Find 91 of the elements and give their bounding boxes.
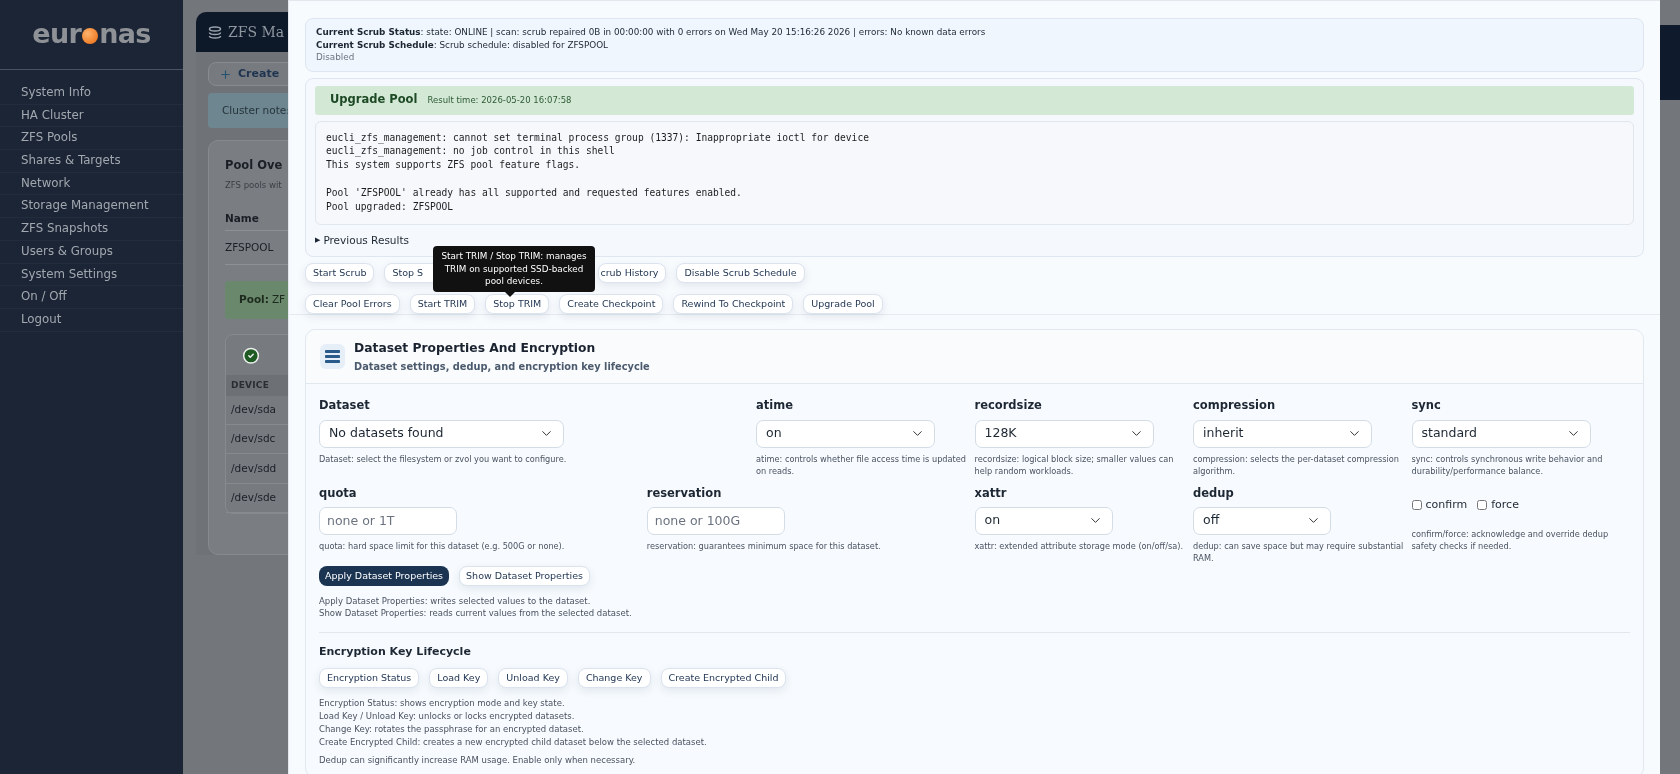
status-line: Current Scrub Status: state: ONLINE | scan: scrub repaired 0B in 00:00:00 with 0 errors on Wed May 20 15:16:26 2026 | errors: No known data errors [316,26,987,39]
field-label: Dataset [319,397,371,415]
help-text: sync: controls synchronous write behavior and durability/performance balance. [1411,452,1604,477]
help-text: quota: hard space limit for this dataset (e.g. 500G or none). [319,539,566,552]
action-button[interactable]: Load Key [429,668,489,689]
output-line: Pool upgraded: ZFSPOOL [326,200,455,214]
nav-item[interactable]: System Info [0,82,183,105]
status-line: Current Scrub Schedule: Scrub schedule: disabled for ZFSPOOL [316,38,609,51]
nav-item[interactable]: Shares & Targets [0,150,183,173]
output-line: eucli_zfs_management: cannot set terminal process group (1337): Inappropriate ioctl for device [326,130,870,145]
help-text: reservation: guarantees minimum space for this dataset. [646,539,882,552]
check-icon [242,347,260,365]
field-label: reservation [646,484,723,502]
action-button[interactable]: Show Dataset Properties [459,565,590,586]
action-button[interactable]: Create Checkpoint [559,294,664,315]
action-button[interactable]: Encryption Status [319,668,420,689]
action-button[interactable]: Start Scrub [305,263,375,284]
action-button[interactable]: Stop TRIM [485,294,550,315]
cluster-note: Cluster note: [208,93,288,128]
select-field[interactable]: on [756,419,935,448]
action-button[interactable]: Upgrade Pool [803,294,883,315]
nav-item[interactable]: Users & Groups [0,240,183,264]
action-button[interactable]: Rewind To Checkpoint [673,294,794,315]
result-time: Result time: 2026-05-20 16:07:58 [427,93,572,107]
checkbox-label: confirm [1425,496,1468,513]
section-subtitle: Dataset settings, dedup, and encryption key lifecycle [354,359,650,374]
action-button[interactable]: Start TRIM [409,294,476,315]
nav-item[interactable]: Storage Management [0,195,183,219]
plus-icon [219,67,232,81]
help-text: Change Key: rotates the passphrase for an encrypted dataset. [319,722,585,736]
help-text: Load Key / Unload Key: unlocks or locks encrypted datasets. [319,710,576,723]
action-button[interactable]: Apply Dataset Properties [319,565,450,586]
select-field[interactable]: standard [1411,419,1591,448]
nav-item[interactable]: ZFS Pools [0,127,183,151]
select-field[interactable]: 128K [974,419,1154,448]
field-label: atime [756,397,794,415]
output-line: Pool 'ZFSPOOL' already has all supported and requested features enabled. [326,186,743,200]
action-button[interactable]: crub History [598,263,667,284]
nav-item[interactable]: System Settings [0,263,183,287]
card-title: Pool Ove [225,157,284,174]
help-text: dedup: can save space but may require substantial RAM. [1193,539,1405,564]
pool-banner: Pool: ZF [225,281,288,319]
help-text: compression: selects the per-dataset compression algorithm. [1193,452,1400,477]
subsection-title: Encryption Key Lifecycle [319,643,472,660]
action-button[interactable]: Create Encrypted Child [660,668,787,689]
stack-icon [208,25,222,39]
action-button[interactable]: Unload Key [498,668,568,689]
select-field[interactable]: No datasets found [319,419,564,448]
dedup-note: Dedup can significantly increase RAM usage. Enable only when necessary. [319,754,637,768]
field-label: quota [319,484,358,502]
help-text: xattr: extended attribute storage mode (on/off/sa). [974,539,1185,552]
help-text: Apply Dataset Properties: writes selected values to the dataset. [319,594,592,608]
help-text: atime: controls whether file access time is updated on reads. [756,452,967,477]
help-text: confirm/force: acknowledge and override dedup safety checks if needed. [1411,527,1610,552]
checkbox[interactable] [1411,499,1422,510]
section-title: Dataset Properties And Encryption [354,340,597,358]
list-icon [320,344,345,370]
field-label: sync [1411,397,1442,415]
nav-item[interactable]: On / Off [0,286,183,309]
logo: eur nas [32,17,151,52]
checkbox-label: force [1491,496,1519,513]
select-field[interactable]: off [1193,506,1331,535]
field-label: xattr [974,484,1008,502]
nav-item[interactable]: Logout [0,308,183,332]
status-state: Disabled [316,51,356,64]
nav-item[interactable]: ZFS Snapshots [0,218,183,241]
field-label: compression [1193,397,1277,415]
help-text: Encryption Status: shows encryption mode and key state. [319,697,566,711]
output-line: eucli_zfs_management: no job control in this shell [326,144,616,159]
logo-mark-icon [82,28,99,44]
column-header: DEVICE [226,374,288,396]
help-text: recordsize: logical block size; smaller values can help random workloads. [974,452,1175,477]
nav-item[interactable]: HA Cluster [0,104,183,128]
select-field[interactable]: on [974,506,1113,535]
help-text: Create Encrypted Child: creates a new encrypted child dataset below the selected dataset. [319,735,708,749]
field-label: recordsize [974,397,1043,415]
nav-item[interactable]: Network [0,172,183,196]
input-field[interactable]: none or 1T [319,506,457,535]
result-title: Upgrade Pool [330,91,418,109]
action-button[interactable]: Clear Pool Errors [305,294,400,315]
tooltip-arrow [505,291,515,297]
checkbox[interactable] [1477,499,1488,510]
select-field[interactable]: inherit [1193,419,1372,448]
output-line: This system supports ZFS pool feature flags. [326,158,582,173]
help-text: Show Dataset Properties: reads current values from the selected dataset. [319,607,633,620]
action-button[interactable]: Change Key [577,668,651,689]
field-label: dedup [1193,484,1235,502]
page-title: ZFS Ma [228,22,285,42]
action-button[interactable]: Disable Scrub Schedule [676,263,805,284]
input-field[interactable]: none or 100G [646,506,785,535]
help-text: Dataset: select the filesystem or zvol you want to configure. [319,452,568,465]
